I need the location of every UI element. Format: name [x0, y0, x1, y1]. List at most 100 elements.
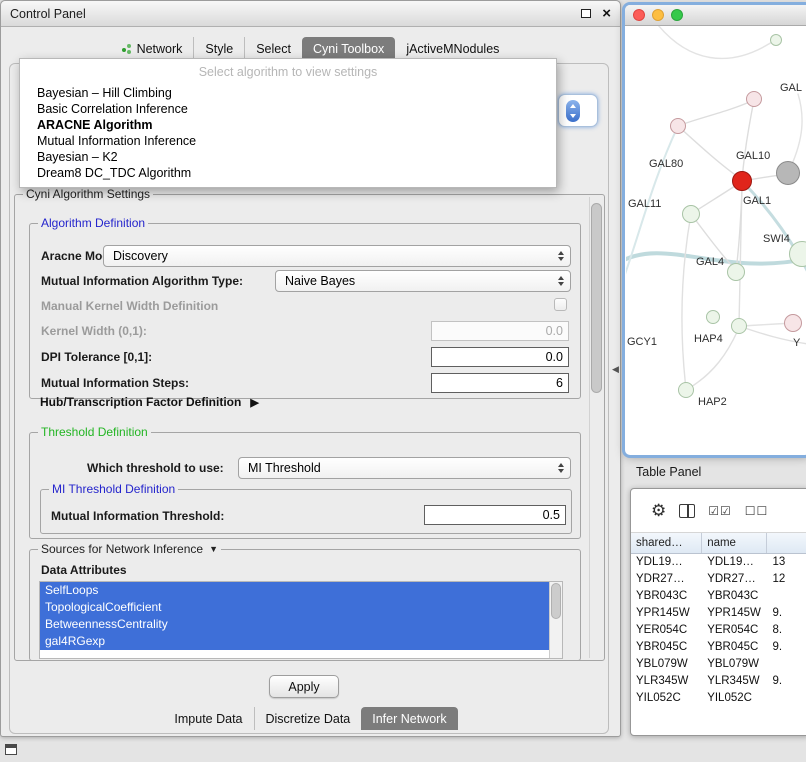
tab-style[interactable]: Style — [193, 37, 244, 60]
algorithm-option[interactable]: ARACNE Algorithm — [20, 117, 556, 133]
table-row[interactable]: YBL079WYBL079W — [631, 656, 806, 673]
algorithm-option[interactable]: Dream8 DC_TDC Algorithm — [20, 165, 556, 181]
algorithm-option[interactable]: Mutual Information Inference — [20, 133, 556, 149]
bottom-tab-infer-network[interactable]: Infer Network — [361, 707, 457, 730]
column-header[interactable] — [767, 533, 806, 553]
algorithm-option[interactable]: Basic Correlation Inference — [20, 101, 556, 117]
table-cell: YBR045C — [631, 639, 702, 656]
network-node[interactable] — [727, 263, 745, 281]
float-window-icon[interactable] — [581, 9, 591, 18]
network-node[interactable] — [770, 34, 782, 46]
network-node[interactable] — [706, 310, 720, 324]
network-node[interactable] — [731, 318, 747, 334]
table-row[interactable]: YDL19…YDL19…13 — [631, 554, 806, 571]
table-cell: 8. — [767, 622, 806, 639]
tab-network[interactable]: Network — [111, 37, 194, 60]
table-row[interactable]: YER054CYER054C8. — [631, 622, 806, 639]
tab-jactivemnodules[interactable]: jActiveMNodules — [395, 37, 510, 60]
mi-type-value: Naive Bayes — [285, 274, 355, 288]
apply-button[interactable]: Apply — [269, 675, 339, 698]
node-label: GAL10 — [736, 150, 770, 162]
attribute-item[interactable]: BetweennessCentrality — [40, 616, 549, 633]
network-window-titlebar — [625, 5, 806, 26]
table-row[interactable]: YDR27…YDR27…12 — [631, 571, 806, 588]
bottom-tab-impute-data[interactable]: Impute Data — [163, 707, 253, 730]
table-cell: YIL052C — [631, 690, 702, 707]
attribute-items: SelfLoopsTopologicalCoefficientBetweenne… — [40, 582, 562, 650]
close-icon[interactable]: × — [602, 6, 611, 21]
network-node[interactable] — [784, 314, 802, 332]
table-cell: YPR145W — [702, 605, 767, 622]
network-node[interactable] — [682, 205, 700, 223]
network-node[interactable] — [776, 161, 800, 185]
hub-definition-label: Hub/Transcription Factor Definition — [40, 395, 241, 409]
algorithm-definition-legend: Algorithm Definition — [38, 216, 148, 230]
table-row[interactable]: YBR045CYBR045C9. — [631, 639, 806, 656]
attribute-item[interactable]: gal4RGexp — [40, 633, 549, 650]
network-canvas[interactable]: GALGAL80GAL10GAL11GAL1SWI4GAL4GCY1HAP4YH… — [626, 26, 806, 454]
threshold-definition-group: Threshold Definition Which threshold to … — [29, 432, 581, 539]
tab-cyni-toolbox[interactable]: Cyni Toolbox — [302, 37, 395, 60]
deselect-all-icon[interactable]: ☐☐ — [745, 504, 769, 518]
scrollbar-thumb[interactable] — [591, 203, 602, 393]
table-row[interactable]: YBR043CYBR043C — [631, 588, 806, 605]
network-node[interactable] — [746, 91, 762, 107]
network-node[interactable] — [670, 118, 686, 134]
algorithm-option[interactable]: Bayesian – K2 — [20, 149, 556, 165]
attribute-item[interactable]: SelfLoops — [40, 582, 549, 599]
table-body: YDL19…YDL19…13YDR27…YDR27…12YBR043CYBR04… — [631, 554, 806, 707]
columns-icon[interactable] — [679, 504, 695, 518]
table-cell: YBL079W — [702, 656, 767, 673]
column-header[interactable]: shared… — [631, 533, 702, 553]
settings-scrollbar[interactable] — [589, 197, 603, 658]
stepper-icon — [555, 249, 566, 263]
sources-legend-row[interactable]: Sources for Network Inference ▼ — [38, 542, 221, 556]
network-node[interactable] — [678, 382, 694, 398]
network-view-window: GALGAL80GAL10GAL11GAL1SWI4GAL4GCY1HAP4YH… — [625, 5, 806, 455]
tab-bar: NetworkStyleSelectCyni ToolboxjActiveMNo… — [1, 37, 620, 60]
attribute-listbox[interactable]: SelfLoopsTopologicalCoefficientBetweenne… — [39, 581, 563, 659]
table-row[interactable]: YIL052CYIL052C — [631, 690, 806, 707]
manual-kernel-checkbox[interactable] — [554, 298, 567, 311]
table-panel-window: ⚙ ☑☑ ☐☐ shared…name YDL19…YDL19…13YDR27…… — [630, 488, 806, 736]
table-cell: YLR345W — [702, 673, 767, 690]
table-header: shared…name — [631, 533, 806, 554]
table-cell: YER054C — [702, 622, 767, 639]
bottom-tab-discretize-data[interactable]: Discretize Data — [254, 707, 362, 730]
zoom-traffic-light[interactable] — [671, 9, 683, 21]
restore-panel-icon[interactable] — [5, 744, 17, 755]
mi-threshold-field[interactable]: 0.5 — [424, 505, 566, 525]
scrollbar-thumb[interactable] — [551, 583, 561, 619]
table-cell: YBR043C — [631, 588, 702, 605]
node-label: HAP2 — [698, 396, 727, 408]
aracne-mode-value: Discovery — [113, 249, 168, 263]
mi-type-select[interactable]: Naive Bayes — [275, 270, 571, 292]
gear-icon[interactable]: ⚙ — [651, 501, 666, 521]
table-row[interactable]: YLR345WYLR345W9. — [631, 673, 806, 690]
close-traffic-light[interactable] — [633, 9, 645, 21]
algorithm-option[interactable]: Bayesian – Hill Climbing — [20, 85, 556, 101]
dpi-tolerance-field[interactable]: 0.0 — [431, 347, 569, 367]
node-label: SWI4 — [763, 233, 790, 245]
table-cell: YER054C — [631, 622, 702, 639]
threshold-definition-legend: Threshold Definition — [38, 425, 151, 439]
listbox-scrollbar[interactable] — [549, 582, 562, 658]
select-all-icon[interactable]: ☑☑ — [708, 504, 732, 518]
hub-definition-toggle[interactable]: Hub/Transcription Factor Definition ▶ — [40, 395, 259, 409]
table-row[interactable]: YPR145WYPR145W9. — [631, 605, 806, 622]
minimize-traffic-light[interactable] — [652, 9, 664, 21]
algorithm-combobox-fragment[interactable] — [558, 94, 598, 127]
mi-steps-field[interactable]: 6 — [431, 373, 569, 393]
tab-select[interactable]: Select — [244, 37, 302, 60]
column-header[interactable]: name — [702, 533, 767, 553]
node-label: GAL4 — [696, 256, 724, 268]
network-node[interactable] — [732, 171, 752, 191]
node-label: GAL11 — [628, 198, 661, 210]
aracne-mode-select[interactable]: Discovery — [103, 245, 571, 267]
dock-collapse-icon[interactable]: ◀ — [612, 364, 619, 375]
kernel-width-field[interactable]: 0.0 — [431, 321, 569, 341]
which-threshold-select[interactable]: MI Threshold — [238, 457, 571, 479]
attribute-item[interactable]: TopologicalCoefficient — [40, 599, 549, 616]
cyni-settings-legend: Cyni Algorithm Settings — [23, 187, 153, 201]
node-label: GCY1 — [627, 336, 657, 348]
